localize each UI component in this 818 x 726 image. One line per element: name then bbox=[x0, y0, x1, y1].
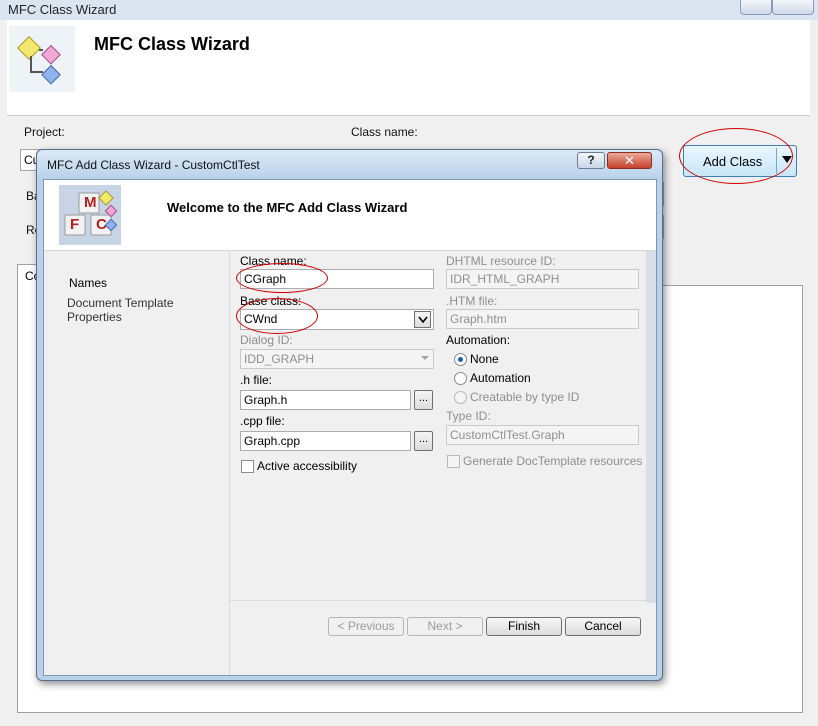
h-file-input[interactable]: Graph.h bbox=[240, 390, 411, 410]
dialog-titlebar: MFC Add Class Wizard - CustomCtlTest ? ✕ bbox=[37, 150, 662, 180]
automation-automation-radio[interactable] bbox=[454, 372, 467, 385]
dialog-id-select: IDD_GRAPH bbox=[240, 349, 434, 369]
cpp-file-value: Graph.cpp bbox=[244, 434, 301, 448]
h-file-value: Graph.h bbox=[244, 393, 288, 407]
type-id-value: CustomCtlTest.Graph bbox=[450, 428, 565, 442]
outer-window-heading: MFC Class Wizard bbox=[94, 34, 250, 54]
next-button[interactable]: Next > bbox=[407, 617, 483, 636]
type-id-label: Type ID: bbox=[446, 409, 491, 423]
base-class-dropdown-button[interactable] bbox=[414, 311, 431, 328]
cancel-button[interactable]: Cancel bbox=[565, 617, 641, 636]
logo-letter-m: M bbox=[84, 194, 97, 211]
panel-edge-strip bbox=[646, 251, 656, 603]
dialog-body: M F C Welcome to the MFC Add Class Wizar… bbox=[43, 179, 657, 676]
outer-maximize-button[interactable] bbox=[740, 0, 772, 15]
help-button[interactable]: ? bbox=[577, 152, 605, 169]
dropdown-arrow-icon[interactable] bbox=[782, 156, 792, 163]
type-id-input: CustomCtlTest.Graph bbox=[446, 425, 639, 445]
nav-item-names[interactable]: Names bbox=[69, 276, 107, 290]
automation-creatable-label: Creatable by type ID bbox=[470, 390, 580, 404]
wizard-nav: Names Document Template Properties bbox=[44, 251, 230, 675]
automation-none-label: None bbox=[470, 352, 499, 366]
automation-automation-label: Automation bbox=[470, 371, 531, 385]
cpp-file-label: .cpp file: bbox=[240, 414, 285, 428]
class-name-value: CGraph bbox=[244, 272, 287, 286]
cpp-file-browse-button[interactable]: ... bbox=[414, 431, 433, 451]
add-class-wizard-dialog: MFC Add Class Wizard - CustomCtlTest ? ✕… bbox=[36, 149, 663, 681]
class-name-label: Class name: bbox=[351, 125, 418, 139]
htm-file-input: Graph.htm bbox=[446, 309, 639, 329]
h-file-browse-button[interactable]: ... bbox=[414, 390, 433, 410]
generate-doctemplate-checkbox bbox=[447, 455, 460, 468]
dialog-id-chevron-icon bbox=[421, 356, 429, 360]
automation-none-radio[interactable] bbox=[454, 353, 467, 366]
dialog-heading: Welcome to the MFC Add Class Wizard bbox=[167, 200, 408, 215]
add-class-split-divider bbox=[776, 148, 777, 174]
generate-doctemplate-label: Generate DocTemplate resources bbox=[463, 454, 643, 468]
dhtml-resource-id-input: IDR_HTML_GRAPH bbox=[446, 269, 639, 289]
chevron-down-icon bbox=[418, 316, 428, 324]
logo-letter-f: F bbox=[70, 216, 80, 233]
base-class-select[interactable]: CWnd bbox=[240, 309, 434, 330]
mfc-logo-icon: M F C bbox=[59, 185, 121, 245]
automation-label: Automation: bbox=[446, 333, 511, 347]
add-class-label: Add Class bbox=[703, 154, 763, 169]
dhtml-resource-id-value: IDR_HTML_GRAPH bbox=[450, 272, 560, 286]
wizard-names-panel: Class name: CGraph Base class: CWnd Dial… bbox=[230, 251, 656, 675]
htm-file-label: .HTM file: bbox=[446, 294, 498, 308]
button-row-separator bbox=[230, 600, 656, 601]
class-name-input[interactable]: CGraph bbox=[240, 269, 434, 289]
class-wizard-logo-icon bbox=[9, 26, 75, 92]
base-class-field-label: Base class: bbox=[240, 294, 302, 308]
automation-creatable-radio bbox=[454, 391, 467, 404]
logo-letter-c: C bbox=[96, 216, 107, 233]
outer-close-button[interactable] bbox=[772, 0, 814, 15]
active-accessibility-label: Active accessibility bbox=[257, 459, 358, 473]
class-name-field-label: Class name: bbox=[240, 254, 307, 268]
dhtml-resource-id-label: DHTML resource ID: bbox=[446, 254, 556, 268]
dialog-title: MFC Add Class Wizard - CustomCtlTest bbox=[47, 158, 260, 172]
nav-item-doc-template-properties[interactable]: Document Template Properties bbox=[67, 296, 229, 324]
active-accessibility-checkbox[interactable] bbox=[241, 460, 254, 473]
dialog-id-label: Dialog ID: bbox=[240, 333, 293, 347]
project-label: Project: bbox=[24, 125, 65, 139]
base-class-value: CWnd bbox=[244, 312, 278, 326]
outer-window-title: MFC Class Wizard bbox=[8, 2, 117, 17]
cpp-file-input[interactable]: Graph.cpp bbox=[240, 431, 411, 451]
outer-titlebar: MFC Class Wizard bbox=[0, 0, 818, 20]
radio-selected-dot bbox=[458, 357, 463, 362]
outer-header-banner: MFC Class Wizard bbox=[7, 20, 810, 116]
add-class-button[interactable]: Add Class bbox=[683, 145, 797, 177]
dialog-banner: M F C Welcome to the MFC Add Class Wizar… bbox=[44, 180, 656, 251]
close-button[interactable]: ✕ bbox=[607, 152, 652, 169]
finish-button[interactable]: Finish bbox=[486, 617, 562, 636]
previous-button[interactable]: < Previous bbox=[328, 617, 404, 636]
htm-file-value: Graph.htm bbox=[450, 312, 507, 326]
h-file-label: .h file: bbox=[240, 373, 273, 387]
dialog-id-value: IDD_GRAPH bbox=[244, 352, 315, 366]
